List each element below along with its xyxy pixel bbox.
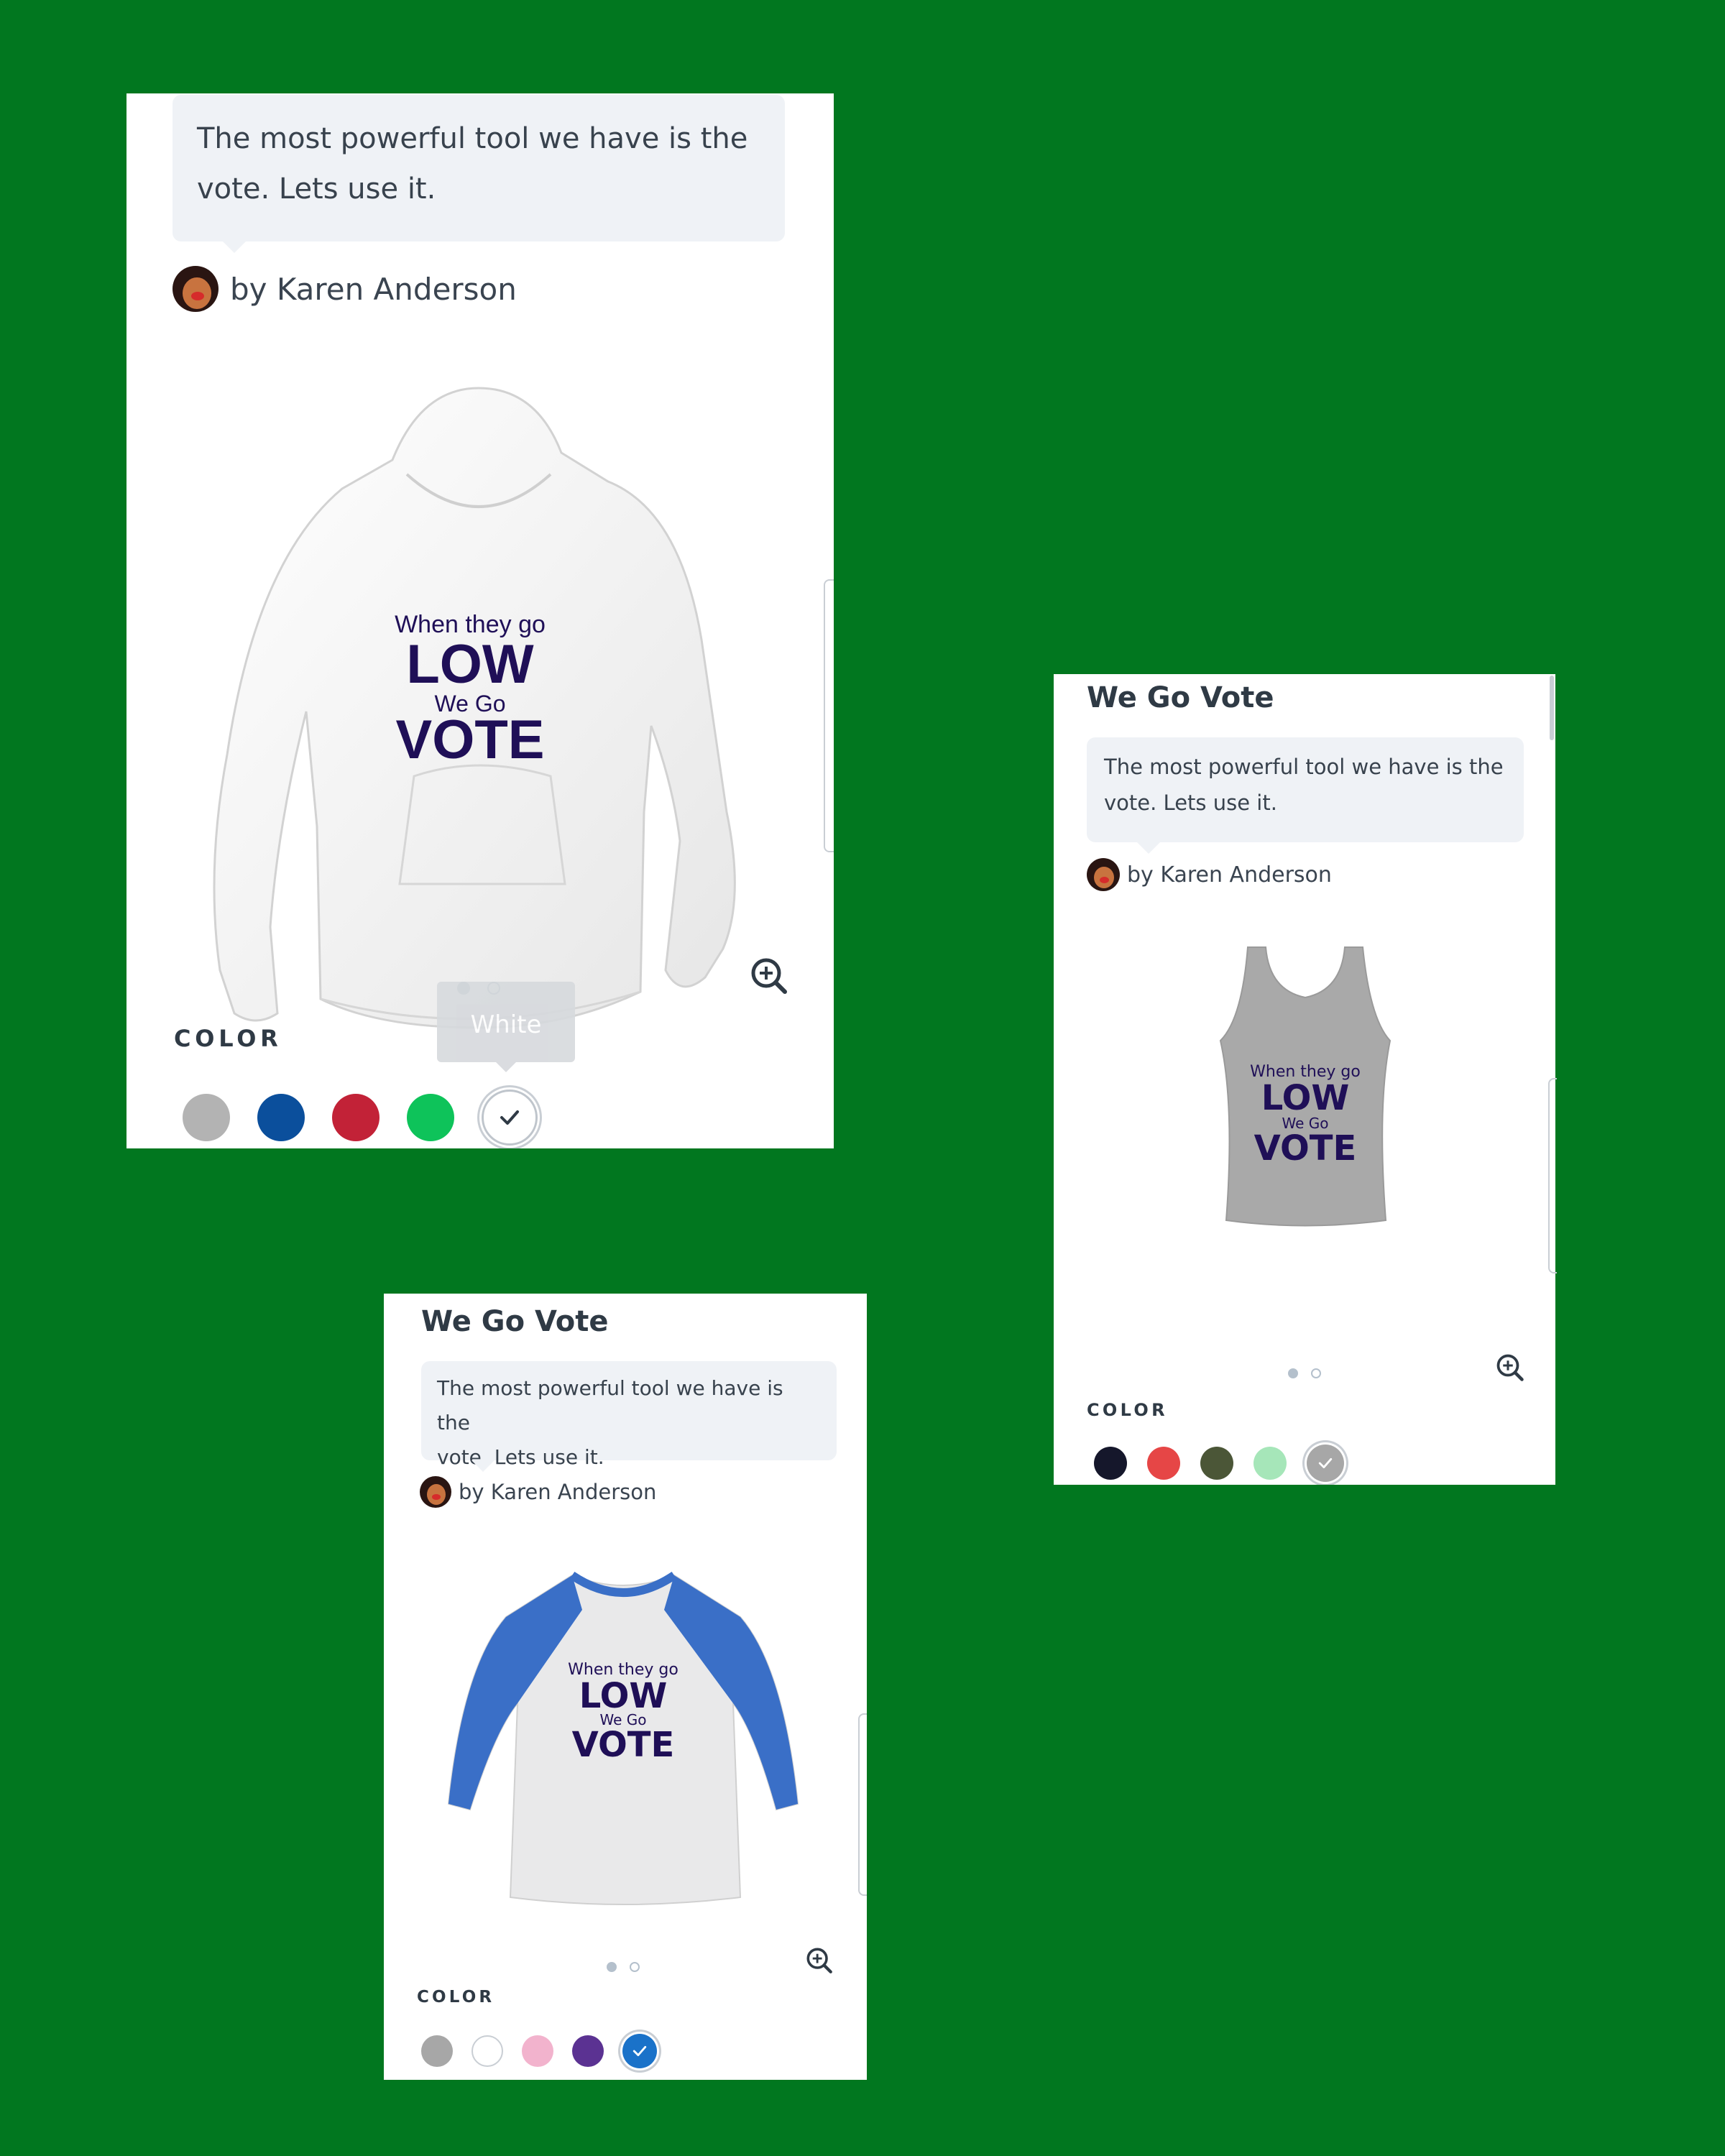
carousel-dots (607, 1962, 640, 1972)
color-swatch-navy[interactable] (1094, 1447, 1127, 1480)
color-swatch-pink[interactable] (522, 2035, 553, 2067)
avatar (420, 1476, 451, 1508)
author-byline[interactable]: by Karen Anderson (1087, 858, 1332, 891)
color-swatch-green[interactable] (407, 1094, 454, 1141)
product-card-hoodie: The most powerful tool we have is the vo… (126, 93, 834, 1148)
carousel-dots (1288, 1368, 1321, 1378)
color-swatch-white[interactable] (482, 1089, 538, 1146)
color-swatches (421, 2034, 657, 2068)
check-icon (500, 1110, 519, 1125)
design-text-line2: LOW (579, 1676, 668, 1716)
author-name: by Karen Anderson (230, 271, 517, 307)
description-bubble: The most powerful tool we have is the vo… (1087, 737, 1524, 854)
color-swatch-blue[interactable] (622, 2034, 657, 2068)
design-text-line2: LOW (1261, 1078, 1350, 1118)
carousel-dot-active[interactable] (1288, 1368, 1298, 1378)
scroll-edge (824, 579, 834, 852)
avatar (172, 266, 218, 312)
color-tooltip: White (437, 982, 575, 1072)
zoom-in-icon[interactable] (749, 956, 789, 996)
color-label: COLOR (174, 1025, 282, 1052)
color-swatch-red[interactable] (332, 1094, 380, 1141)
color-swatches (1094, 1445, 1344, 1482)
carousel-dot[interactable] (1311, 1368, 1321, 1378)
description-line: The most powerful tool we have is the (1104, 755, 1504, 779)
product-image-raglan[interactable]: When they go LOW We Go VOTE (438, 1567, 808, 1912)
description-line: The most powerful tool we have is the (197, 122, 748, 155)
color-swatch-mint[interactable] (1254, 1447, 1287, 1480)
author-byline[interactable]: by Karen Anderson (420, 1476, 656, 1508)
color-label: COLOR (1087, 1400, 1168, 1420)
scroll-edge (1548, 1078, 1557, 1273)
description-line: vote. Lets use it. (437, 1445, 604, 1469)
color-swatch-red[interactable] (1147, 1447, 1180, 1480)
carousel-dot-active[interactable] (607, 1962, 617, 1972)
avatar (1087, 858, 1120, 891)
design-text-line4: VOTE (396, 709, 545, 770)
product-card-raglan: We Go Vote The most powerful tool we hav… (384, 1294, 867, 2080)
author-byline[interactable]: by Karen Anderson (172, 266, 517, 312)
scroll-edge (858, 1713, 867, 1896)
color-swatch-blue[interactable] (257, 1094, 305, 1141)
product-title: We Go Vote (421, 1305, 609, 1338)
carousel-dot[interactable] (630, 1962, 640, 1972)
description-line: vote. Lets use it. (1104, 791, 1277, 815)
check-icon (1318, 1457, 1333, 1469)
color-swatch-gray[interactable] (1307, 1445, 1344, 1482)
check-icon (632, 2045, 647, 2057)
product-title: We Go Vote (1087, 681, 1274, 714)
description-line: The most powerful tool we have is the (437, 1376, 783, 1434)
design-text-line4: VOTE (572, 1725, 675, 1765)
color-swatch-white[interactable] (472, 2035, 503, 2067)
color-swatches (183, 1089, 538, 1146)
author-name: by Karen Anderson (459, 1480, 657, 1504)
color-swatch-gray[interactable] (183, 1094, 230, 1141)
zoom-in-icon[interactable] (1495, 1353, 1525, 1383)
description-bubble: The most powerful tool we have is the vo… (421, 1361, 837, 1472)
product-image-tank[interactable]: When they go LOW We Go VOTE (1197, 940, 1413, 1227)
zoom-in-icon[interactable] (805, 1946, 834, 1975)
color-swatch-gray[interactable] (421, 2035, 453, 2067)
scrollbar[interactable] (1550, 676, 1554, 740)
color-label: COLOR (417, 1988, 495, 2007)
description-bubble: The most powerful tool we have is the vo… (172, 95, 785, 253)
color-swatch-purple[interactable] (572, 2035, 604, 2067)
author-name: by Karen Anderson (1127, 862, 1332, 888)
product-card-tank: We Go Vote The most powerful tool we hav… (1054, 674, 1555, 1485)
design-text-line2: LOW (406, 634, 534, 695)
color-swatch-olive[interactable] (1200, 1447, 1233, 1480)
product-image-hoodie[interactable]: When they go LOW We Go VOTE (177, 381, 766, 1049)
design-text-line4: VOTE (1254, 1128, 1357, 1169)
description-line: vote. Lets use it. (197, 172, 436, 206)
